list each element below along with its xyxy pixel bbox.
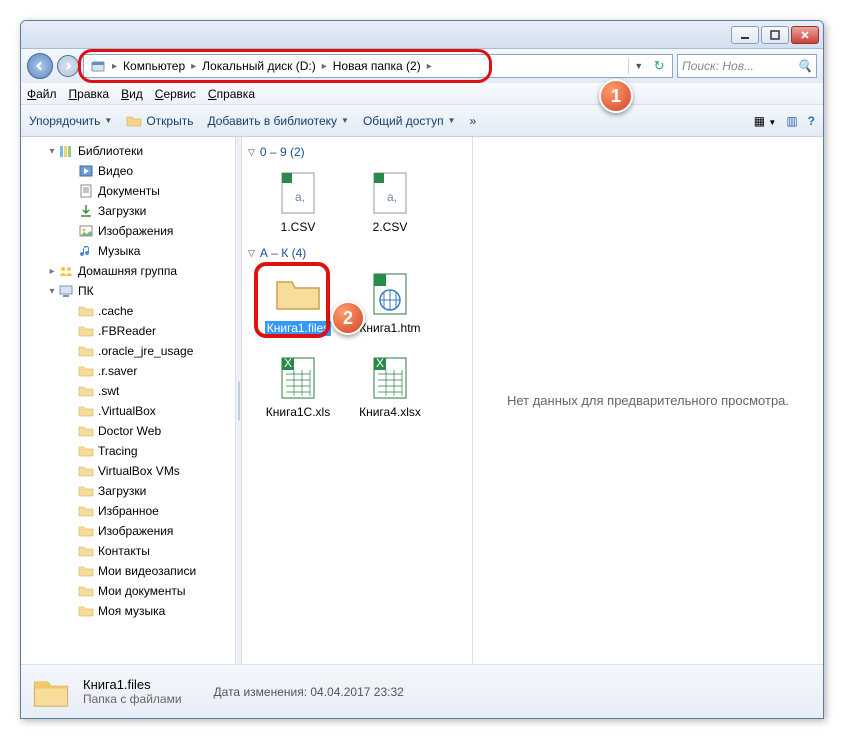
back-button[interactable] xyxy=(27,53,53,79)
file-item[interactable]: a,2.CSV xyxy=(354,169,426,234)
tree-node[interactable]: .swt xyxy=(21,381,235,401)
tree-node[interactable]: Моя музыка xyxy=(21,601,235,621)
group-header[interactable]: ▽А – К (4) xyxy=(248,244,466,262)
dropdown-icon[interactable]: ▼ xyxy=(634,61,643,71)
selected-item-name: Книга1.files xyxy=(83,677,182,692)
tree-node[interactable]: Музыка xyxy=(21,241,235,261)
preview-pane-icon[interactable]: ▥ xyxy=(786,114,797,128)
body: ▾БиблиотекиВидеоДокументыЗагрузкиИзображ… xyxy=(21,137,823,664)
close-button[interactable] xyxy=(791,26,819,44)
toolbar: Упорядочить▼ Открыть Добавить в библиоте… xyxy=(21,105,823,137)
forward-button[interactable] xyxy=(57,55,79,77)
tree-node[interactable]: .oracle_jre_usage xyxy=(21,341,235,361)
tree-panel[interactable]: ▾БиблиотекиВидеоДокументыЗагрузкиИзображ… xyxy=(21,137,236,664)
address-bar[interactable]: ▸ Компьютер ▸ Локальный диск (D:) ▸ Нова… xyxy=(83,54,673,78)
maximize-button[interactable] xyxy=(761,26,789,44)
titlebar xyxy=(21,21,823,49)
breadcrumb-item[interactable]: Новая папка (2) xyxy=(329,55,425,77)
tree-node[interactable]: Избранное xyxy=(21,501,235,521)
breadcrumb-chevron-icon: ▸ xyxy=(112,61,117,72)
file-item[interactable]: XКнига1C.xls xyxy=(262,354,334,419)
tree-node[interactable]: Изображения xyxy=(21,521,235,541)
breadcrumb-item[interactable]: Компьютер xyxy=(119,55,189,77)
breadcrumb-chevron-icon: ▸ xyxy=(191,61,196,72)
view-options-icon[interactable]: ▦ ▼ xyxy=(754,114,777,128)
preview-pane: Нет данных для предварительного просмотр… xyxy=(472,137,823,664)
breadcrumb-chevron-icon: ▸ xyxy=(427,61,432,72)
file-item[interactable]: a,1.CSV xyxy=(262,169,334,234)
breadcrumb-chevron-icon: ▸ xyxy=(322,61,327,72)
svg-text:X: X xyxy=(284,356,292,370)
tree-node[interactable]: Doctor Web xyxy=(21,421,235,441)
tree-node[interactable]: .VirtualBox xyxy=(21,401,235,421)
file-item[interactable]: Книга1.files xyxy=(262,270,334,335)
tree-node[interactable]: ▾Библиотеки xyxy=(21,141,235,161)
open-button[interactable]: Открыть xyxy=(126,113,193,129)
svg-text:a,: a, xyxy=(295,190,305,204)
tree-node[interactable]: VirtualBox VMs xyxy=(21,461,235,481)
organize-button[interactable]: Упорядочить▼ xyxy=(29,114,112,128)
group-header[interactable]: ▽0 – 9 (2) xyxy=(248,143,466,161)
tree-node[interactable]: .r.saver xyxy=(21,361,235,381)
annotation-callout-1: 1 xyxy=(599,79,633,113)
selected-item-icon xyxy=(31,672,71,712)
modified-date: Дата изменения: 04.04.2017 23:32 xyxy=(214,685,404,699)
tree-node[interactable]: Загрузки xyxy=(21,481,235,501)
svg-text:X: X xyxy=(376,356,384,370)
search-input[interactable]: Поиск: Нов... 🔍 xyxy=(677,54,817,78)
tree-node[interactable]: Tracing xyxy=(21,441,235,461)
tree-node[interactable]: ▾ПК xyxy=(21,281,235,301)
tree-node[interactable]: Мои видеозаписи xyxy=(21,561,235,581)
svg-text:a,: a, xyxy=(387,190,397,204)
tree-node[interactable]: Загрузки xyxy=(21,201,235,221)
minimize-button[interactable] xyxy=(731,26,759,44)
share-button[interactable]: Общий доступ▼ xyxy=(363,114,456,128)
more-button[interactable]: » xyxy=(469,114,476,128)
menu-bar: Файл Правка Вид Сервис Справка xyxy=(21,83,823,105)
tree-node[interactable]: .FBReader xyxy=(21,321,235,341)
tree-node[interactable]: ▸Домашняя группа xyxy=(21,261,235,281)
content-area: 2 ▽0 – 9 (2) a,1.CSV a,2.CSV ▽А – К (4) Книг… xyxy=(242,137,823,664)
refresh-icon[interactable]: ↻ xyxy=(654,58,665,74)
nav-bar: ▸ Компьютер ▸ Локальный диск (D:) ▸ Нова… xyxy=(21,49,823,83)
file-item[interactable]: XКнига4.xlsx xyxy=(354,354,426,419)
explorer-window: ▸ Компьютер ▸ Локальный диск (D:) ▸ Нова… xyxy=(20,20,824,719)
selected-item-info: Книга1.files Папка с файлами xyxy=(83,677,182,706)
tree-node[interactable]: Контакты xyxy=(21,541,235,561)
help-icon[interactable]: ? xyxy=(808,114,815,128)
address-actions: ▼ ↻ xyxy=(628,58,670,74)
file-item[interactable]: Книга1.htm xyxy=(354,270,426,335)
search-icon: 🔍 xyxy=(797,59,812,73)
status-bar: Книга1.files Папка с файлами Дата измене… xyxy=(21,664,823,718)
menu-edit[interactable]: Правка xyxy=(69,87,110,101)
file-list[interactable]: 2 ▽0 – 9 (2) a,1.CSV a,2.CSV ▽А – К (4) Книг… xyxy=(242,137,472,664)
menu-file[interactable]: Файл xyxy=(27,87,57,101)
add-to-library-button[interactable]: Добавить в библиотеку▼ xyxy=(207,114,348,128)
menu-tools[interactable]: Сервис xyxy=(155,87,196,101)
selected-item-type: Папка с файлами xyxy=(83,692,182,706)
tree-node[interactable]: Видео xyxy=(21,161,235,181)
tree-node[interactable]: .cache xyxy=(21,301,235,321)
menu-view[interactable]: Вид xyxy=(121,87,143,101)
tree-node[interactable]: Мои документы xyxy=(21,581,235,601)
menu-help[interactable]: Справка xyxy=(208,87,255,101)
tree-node[interactable]: Изображения xyxy=(21,221,235,241)
breadcrumb-root-icon[interactable] xyxy=(86,55,110,77)
breadcrumb-item[interactable]: Локальный диск (D:) xyxy=(198,55,320,77)
tree-node[interactable]: Документы xyxy=(21,181,235,201)
annotation-callout-2: 2 xyxy=(331,301,365,335)
